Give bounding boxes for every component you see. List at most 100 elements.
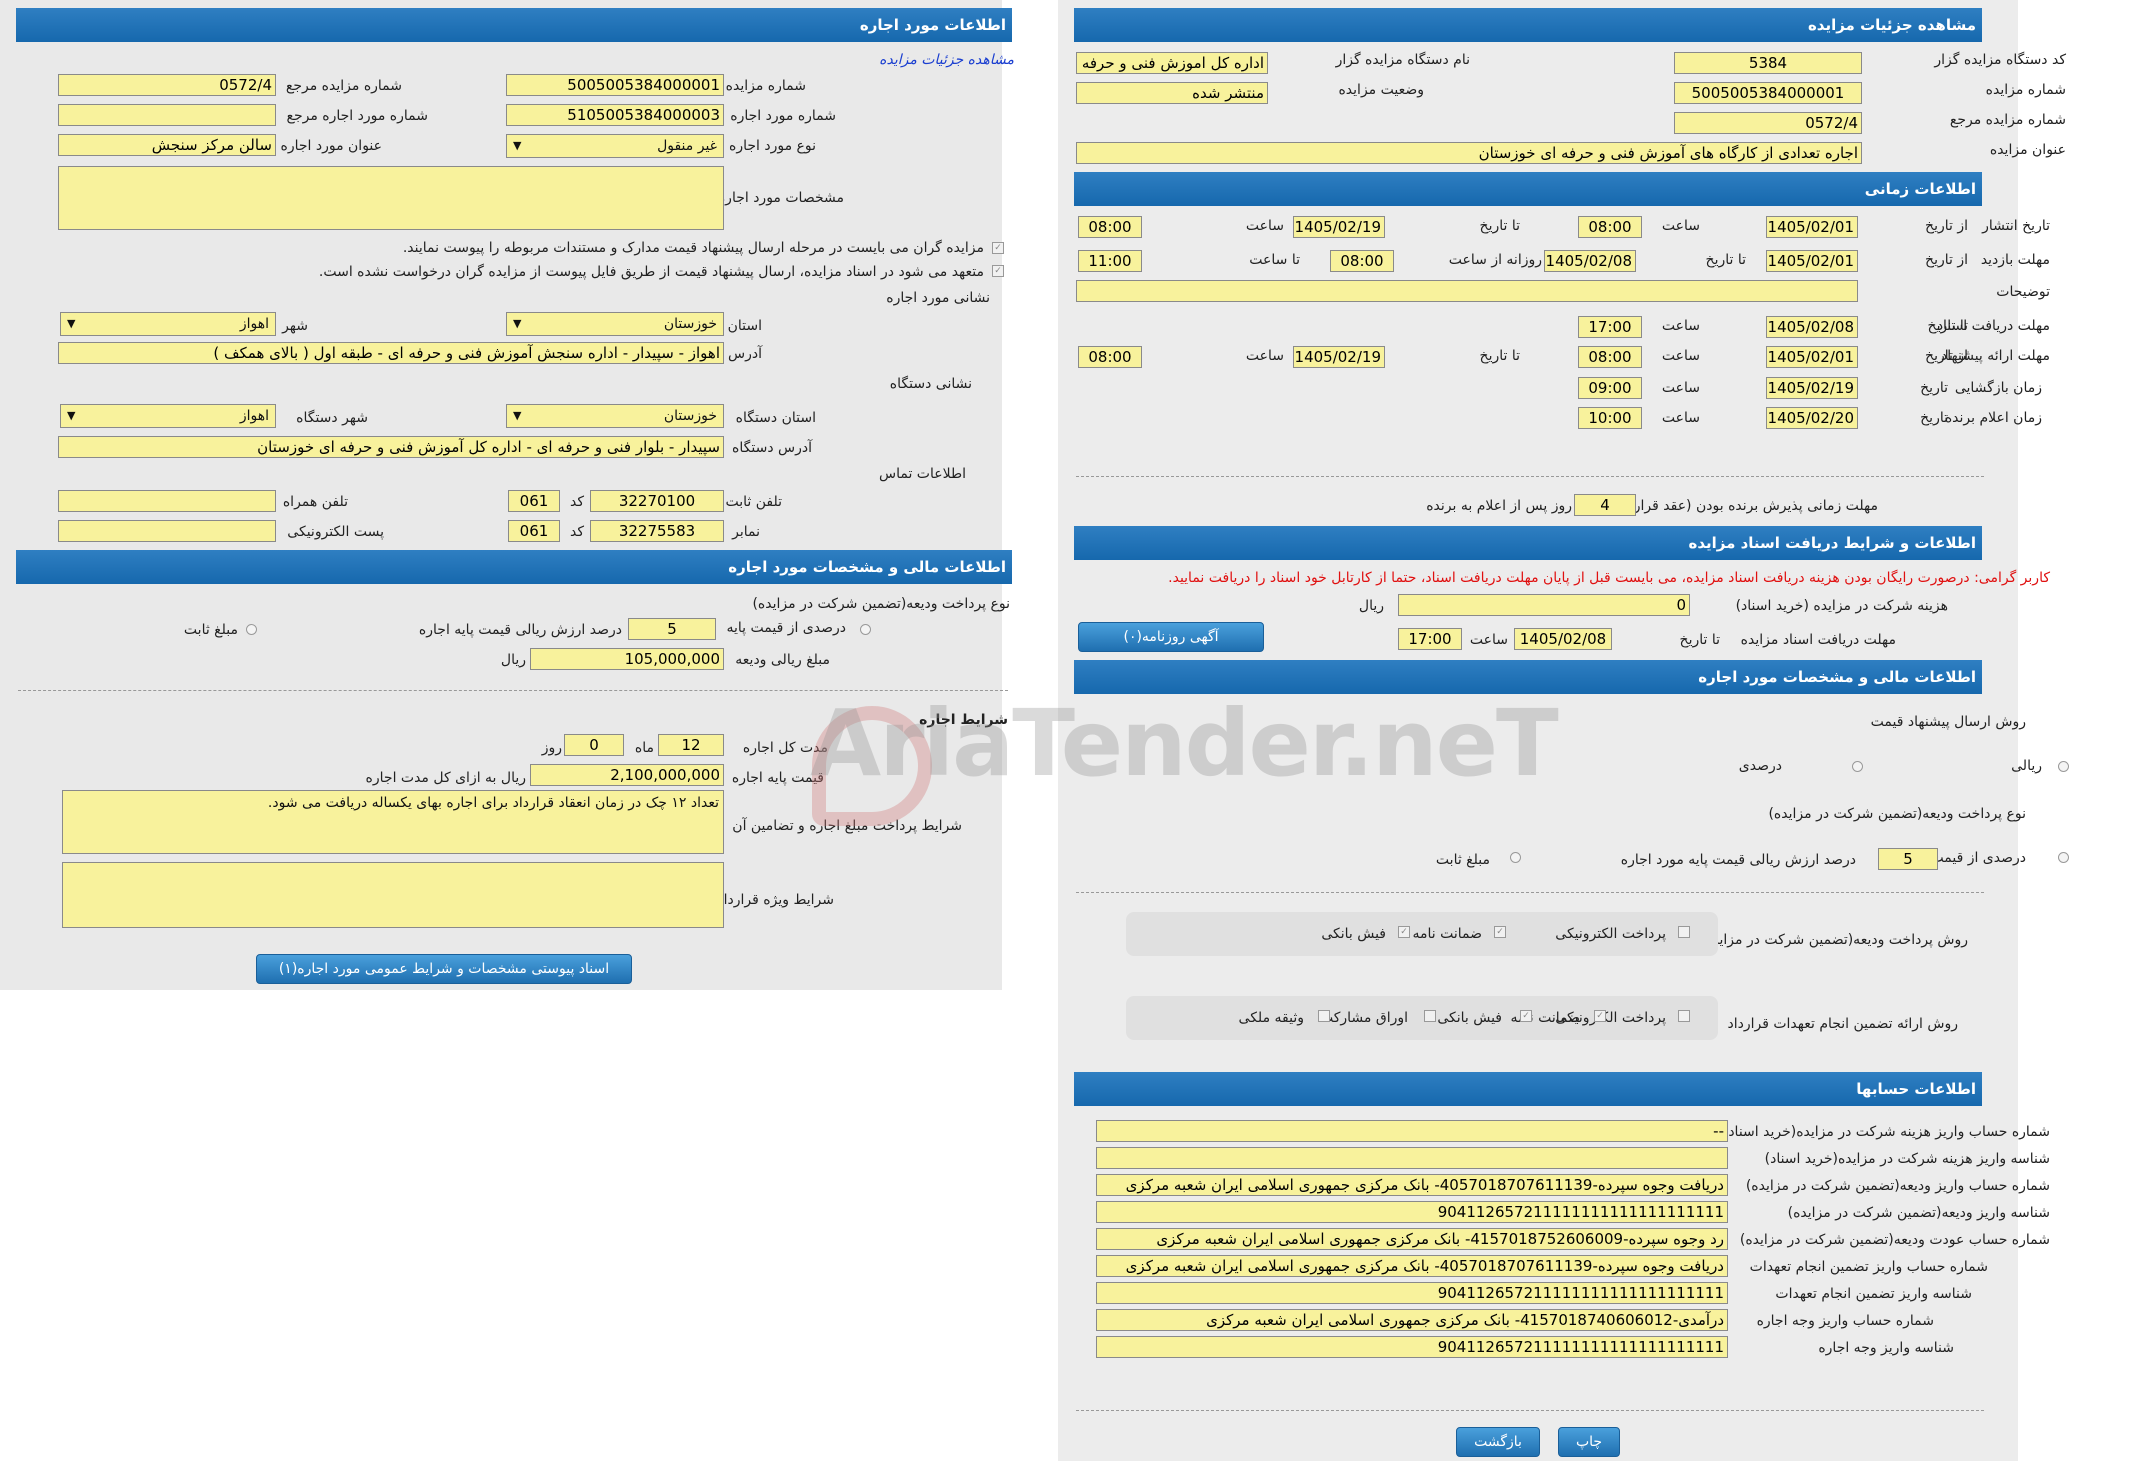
rial-option-label: ریالی — [2011, 758, 2042, 774]
auction-details-header: مشاهده جزئیات مزایده — [1074, 8, 1982, 42]
deposit-amount-field: 105,000,000 — [530, 648, 724, 670]
fixed-amount-label: مبلغ ثابت — [183, 622, 238, 638]
auction-number-label: شماره مزایده — [725, 78, 806, 94]
publish-to-hour-label: ساعت — [1245, 218, 1284, 234]
offer-method-label: روش ارسال پیشنهاد قیمت — [1870, 714, 2026, 730]
device-province-label: استان دستگاه — [735, 410, 816, 426]
back-button[interactable]: بازگشت — [1456, 1427, 1540, 1457]
province-label: استان — [727, 318, 762, 334]
visit-from-time: 08:00 — [1330, 250, 1394, 272]
deposit-percent-suffix: درصد ارزش ریالی قیمت پایه مورد اجاره — [1620, 852, 1856, 868]
item-type-select[interactable]: غیر منقول ▼ — [506, 134, 724, 158]
attachments-button[interactable]: اسناد پیوستی مشخصات و شرایط عمومی مورد ا… — [256, 954, 632, 984]
docs-download-label: مهلت دریافت اسناد مزایده — [1740, 632, 1896, 648]
guarantee-letter-checkbox[interactable]: ✓ — [1494, 926, 1506, 938]
publish-to-label: تا تاریخ — [1479, 218, 1520, 234]
bank-receipt-label: فیش بانکی — [1321, 926, 1386, 942]
visit-to-label: تا تاریخ — [1705, 252, 1746, 268]
device-address-field: سپیدار - بلوار فنی و حرفه ای - اداره کل … — [58, 436, 724, 458]
attachment-note: مزایده گران می بایست در مرحله ارسال پیشن… — [402, 240, 984, 256]
base-price-suffix: ریال به ازای کل مدت اجاره — [365, 770, 526, 786]
rial-radio[interactable] — [2058, 761, 2069, 772]
city-select[interactable]: اهواز ▼ — [60, 312, 276, 336]
guar-electronic-checkbox[interactable] — [1678, 1010, 1690, 1022]
chevron-down-icon: ▼ — [513, 139, 522, 152]
duration-days-field: 0 — [564, 734, 624, 756]
auction-details-link[interactable]: مشاهده جزئیات مزایده — [879, 52, 1014, 68]
fax-field: 32275583 — [590, 520, 724, 542]
auction-status-label: وضعیت مزایده — [1338, 82, 1424, 98]
account-value: رد وجوه سپرده-4157018752606009- بانک مرک… — [1096, 1228, 1728, 1250]
visit-from-field: 1405/02/01 — [1766, 250, 1858, 272]
docs-warning-text: کاربر گرامی: درصورت رایگان بودن هزینه در… — [1168, 570, 2050, 586]
guar-bonds-label: اوراق مشارکت — [1319, 1010, 1408, 1026]
docs-to-field: 1405/02/08 — [1766, 316, 1858, 338]
percent-of-base-label: درصدی از قیمت پایه — [726, 620, 846, 636]
auction-number-label: شماره مزایده — [1985, 82, 2066, 98]
participation-fee-field: 0 — [1398, 594, 1690, 616]
guar-letter-checkbox[interactable]: ✓ — [1594, 1010, 1606, 1022]
docs-download-date: 1405/02/08 — [1514, 628, 1612, 650]
winner-hour-label: ساعت — [1661, 410, 1700, 426]
item-address-title: نشانی مورد اجاره — [886, 290, 990, 306]
item-type-value: غیر منقول — [657, 138, 717, 154]
ref-number-label: شماره مزایده مرجع — [285, 78, 402, 94]
device-address-label: آدرس دستگاه — [732, 440, 812, 456]
guar-receipt-checkbox[interactable]: ✓ — [1520, 1010, 1532, 1022]
province-select[interactable]: خوزستان ▼ — [506, 312, 724, 336]
phone-label: تلفن ثابت — [725, 494, 782, 510]
fixed-amount-radio[interactable] — [246, 624, 257, 635]
winner-date-label: تاریخ — [1920, 410, 1948, 426]
special-terms-field — [62, 862, 724, 928]
docs-time-field: 17:00 — [1578, 316, 1642, 338]
publish-to-field: 1405/02/19 — [1293, 216, 1385, 238]
day-label: روز — [541, 740, 562, 756]
offer-from-field: 1405/02/01 — [1766, 346, 1858, 368]
auction-subject-label: عنوان مزایده — [1989, 142, 2066, 158]
guar-bonds-checkbox[interactable] — [1424, 1010, 1436, 1022]
device-province-select[interactable]: خوزستان ▼ — [506, 404, 724, 428]
chevron-down-icon: ▼ — [67, 317, 76, 330]
electronic-payment-checkbox[interactable] — [1678, 926, 1690, 938]
city-value: اهواز — [239, 316, 269, 332]
docs-download-time: 17:00 — [1398, 628, 1462, 650]
docs-hour-label: ساعت — [1661, 318, 1700, 334]
offer-to-label: تا تاریخ — [1479, 348, 1520, 364]
acceptance-days-field: 4 — [1574, 494, 1636, 516]
percent-radio[interactable] — [1852, 761, 1863, 772]
mobile-field — [58, 490, 276, 512]
guar-property-label: وثیقه ملکی — [1238, 1010, 1304, 1026]
ref-number-field: 0572/4 — [58, 74, 276, 96]
winner-time-label: زمان اعلام برنده — [1944, 410, 2042, 426]
email-label: پست الکترونیکی — [287, 524, 384, 540]
opening-hour-label: ساعت — [1661, 380, 1700, 396]
account-value: -- — [1096, 1120, 1728, 1142]
item-title-label: عنوان مورد اجاره — [280, 138, 382, 154]
winner-date-field: 1405/02/20 — [1766, 407, 1858, 429]
guar-property-checkbox[interactable] — [1318, 1010, 1330, 1022]
offer-from-time: 08:00 — [1578, 346, 1642, 368]
visit-daily-label: روزانه از ساعت — [1448, 252, 1542, 268]
fee-rial-label: ریال — [1358, 598, 1384, 614]
print-button[interactable]: چاپ — [1558, 1427, 1620, 1457]
account-value: درآمدی-4157018740606012- بانک مرکزی جمهو… — [1096, 1309, 1728, 1331]
visit-from-label: از تاریخ — [1925, 252, 1968, 268]
deposit-payment-method-label: روش پرداخت ودیعه(تضمین شرکت در مزایده) — [1699, 932, 1968, 948]
base-price-field: 2,100,000,000 — [530, 764, 724, 786]
special-terms-label: شرایط ویژه قرارداد — [717, 892, 834, 908]
phone-field: 32270100 — [590, 490, 724, 512]
fixed-amount-radio[interactable] — [1510, 852, 1521, 863]
percent-of-base-radio[interactable] — [2058, 852, 2069, 863]
fax-code-label: کد — [569, 524, 584, 540]
device-city-label: شهر دستگاه — [296, 410, 368, 426]
province-value: خوزستان — [663, 316, 717, 332]
device-city-select[interactable]: اهواز ▼ — [60, 404, 276, 428]
auction-number-field: 5005005384000001 — [1674, 82, 1862, 104]
bank-receipt-checkbox[interactable]: ✓ — [1398, 926, 1410, 938]
percent-of-base-radio[interactable] — [860, 624, 871, 635]
docs-conditions-header: اطلاعات و شرایط دریافت اسناد مزایده — [1074, 526, 1982, 560]
deposit-percent-field: 5 — [1878, 848, 1938, 870]
phone-code-label: کد — [569, 494, 584, 510]
percent-option-label: درصدی — [1738, 758, 1782, 774]
newspaper-ad-button[interactable]: آگهی روزنامه(۰) — [1078, 622, 1264, 652]
